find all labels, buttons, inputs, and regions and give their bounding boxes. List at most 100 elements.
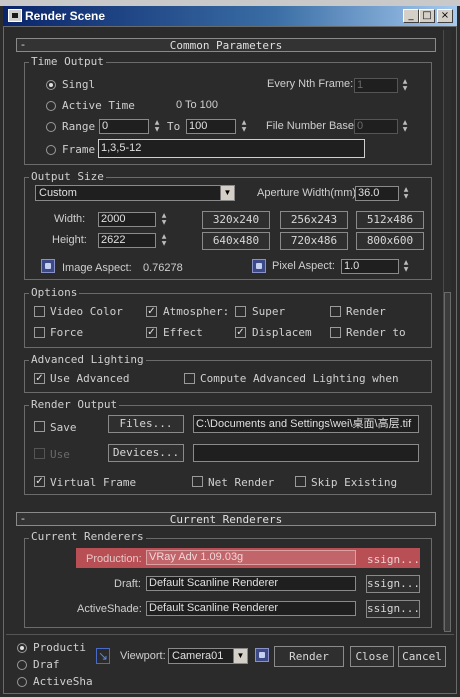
range-to-spinner[interactable]: ▲ ▼ xyxy=(240,119,248,134)
video-color-check[interactable] xyxy=(34,306,45,317)
single-radio[interactable] xyxy=(46,80,56,90)
preset-320x240-button[interactable]: 320x240 xyxy=(202,211,270,229)
preset-800x600-button[interactable]: 800x600 xyxy=(356,232,424,250)
image-aspect-label: Image Aspect: xyxy=(62,262,132,274)
aperture-width-field[interactable]: 36.0 xyxy=(355,186,399,201)
chevron-down-icon[interactable]: ▼ xyxy=(233,649,247,663)
preset-720x486-button[interactable]: 720x486 xyxy=(280,232,348,250)
output-size-preset-dropdown[interactable]: Custom ▼ xyxy=(35,185,235,201)
displacement-check[interactable]: ✓ xyxy=(235,327,246,338)
range-to-label: To xyxy=(167,120,181,133)
active-time-radio[interactable] xyxy=(46,101,56,111)
lock-image-aspect-icon[interactable] xyxy=(41,259,55,273)
options-label: Options xyxy=(29,286,80,299)
render-hidden-check[interactable] xyxy=(330,306,341,317)
files-button[interactable]: Files... xyxy=(108,415,184,433)
lock-pixel-aspect-icon[interactable] xyxy=(252,259,266,273)
output-path-field[interactable]: C:\Documents and Settings\wei\桌面\高层.tif xyxy=(193,415,419,433)
activeshade-mode-radio[interactable] xyxy=(17,677,27,687)
viewport-dropdown[interactable]: Camera01 ▼ xyxy=(168,648,248,664)
atmospherics-label: Atmospher: xyxy=(163,305,230,318)
width-spinner[interactable]: ▲ ▼ xyxy=(160,212,168,227)
activeshade-mode-label: ActiveSha xyxy=(33,675,93,688)
file-number-base-spinner[interactable]: ▲ ▼ xyxy=(401,119,409,134)
super-black-check[interactable] xyxy=(235,306,246,317)
render-button[interactable]: Render xyxy=(274,646,344,667)
range-from-field[interactable]: 0 xyxy=(99,119,149,134)
pixel-aspect-spinner[interactable]: ▲ ▼ xyxy=(402,259,410,274)
panel-scrollbar[interactable] xyxy=(443,30,451,632)
render-output-label: Render Output xyxy=(29,398,120,411)
common-parameters-header[interactable]: - Common Parameters xyxy=(16,38,436,52)
render-to-fields-check[interactable] xyxy=(330,327,341,338)
activeshade-assign-button[interactable]: ssign... xyxy=(366,600,420,618)
devices-button[interactable]: Devices... xyxy=(108,444,184,462)
preset-256x243-button[interactable]: 256x243 xyxy=(280,211,348,229)
device-field[interactable] xyxy=(193,444,419,462)
swap-arrow-icon[interactable]: ↘ xyxy=(96,648,110,664)
production-renderer-field[interactable]: VRay Adv 1.09.03g xyxy=(146,550,356,565)
skip-existing-check[interactable] xyxy=(295,476,306,487)
render-to-fields-label: Render to xyxy=(346,326,406,339)
range-from-spinner[interactable]: ▲ ▼ xyxy=(153,119,161,134)
effects-check[interactable]: ✓ xyxy=(146,327,157,338)
net-render-check[interactable] xyxy=(192,476,203,487)
save-file-check[interactable] xyxy=(34,421,45,432)
close-button[interactable]: Close xyxy=(350,646,394,667)
preset-512x486-button[interactable]: 512x486 xyxy=(356,211,424,229)
use-advanced-lighting-check[interactable]: ✓ xyxy=(34,373,45,384)
draft-assign-button[interactable]: ssign... xyxy=(366,575,420,593)
file-number-base-field[interactable]: 0 xyxy=(354,119,398,134)
height-spinner[interactable]: ▲ ▼ xyxy=(160,233,168,248)
draft-mode-radio[interactable] xyxy=(17,660,27,670)
every-nth-spinner[interactable]: ▲ ▼ xyxy=(401,78,409,93)
frame-list-field[interactable]: 1,3,5-12 xyxy=(98,139,365,158)
draft-mode-label: Draf xyxy=(33,658,60,671)
active-time-range: 0 To 100 xyxy=(176,99,219,111)
activeshade-renderer-field[interactable]: Default Scanline Renderer xyxy=(146,601,356,616)
use-advanced-lighting-label: Use Advanced xyxy=(50,372,130,385)
minimize-button[interactable]: _ xyxy=(403,9,419,23)
viewport-label: Viewport: xyxy=(120,650,166,662)
skip-existing-label: Skip Existing xyxy=(311,476,398,489)
every-nth-frame-field[interactable]: 1 xyxy=(354,78,398,93)
compute-advanced-lighting-check[interactable] xyxy=(184,373,195,384)
lock-viewport-icon[interactable] xyxy=(255,648,269,662)
frame-radio[interactable] xyxy=(46,145,56,155)
maximize-button[interactable]: □ xyxy=(419,9,435,23)
scrollbar-thumb[interactable] xyxy=(444,292,451,632)
pixel-aspect-field[interactable]: 1.0 xyxy=(341,259,399,274)
virtual-frame-buffer-check[interactable]: ✓ xyxy=(34,476,45,487)
preset-640x480-button[interactable]: 640x480 xyxy=(202,232,270,250)
time-output-label: Time Output xyxy=(29,55,106,68)
draft-renderer-field[interactable]: Default Scanline Renderer xyxy=(146,576,356,591)
current-renderers-label: Current Renderers xyxy=(29,530,146,543)
common-parameters-title: Common Parameters xyxy=(169,39,283,52)
every-nth-frame-label: Every Nth Frame: xyxy=(267,78,354,90)
effects-label: Effect xyxy=(163,326,203,339)
range-radio[interactable] xyxy=(46,122,56,132)
height-field[interactable]: 2622 xyxy=(98,233,156,248)
range-to-field[interactable]: 100 xyxy=(186,119,236,134)
production-mode-label: Producti xyxy=(33,641,86,654)
production-assign-button[interactable]: ssign... xyxy=(367,553,420,566)
cancel-button[interactable]: Cancel xyxy=(398,646,446,667)
viewport-value: Camera01 xyxy=(172,650,224,662)
current-renderers-header[interactable]: - Current Renderers xyxy=(16,512,436,526)
production-mode-radio[interactable] xyxy=(17,643,27,653)
active-time-label: Active Time xyxy=(62,99,135,112)
advanced-lighting-label: Advanced Lighting xyxy=(29,353,146,366)
output-size-preset-value: Custom xyxy=(39,187,77,199)
chevron-down-icon[interactable]: ▼ xyxy=(220,186,234,200)
app-icon xyxy=(8,9,22,22)
close-window-button[interactable]: × xyxy=(437,9,453,23)
window-title: Render Scene xyxy=(25,9,106,23)
aperture-width-spinner[interactable]: ▲ ▼ xyxy=(402,186,410,201)
use-device-check[interactable] xyxy=(34,448,45,459)
force-2-sided-check[interactable] xyxy=(34,327,45,338)
force-2-sided-label: Force xyxy=(50,326,84,339)
width-field[interactable]: 2000 xyxy=(98,212,156,227)
file-number-base-label: File Number Base: xyxy=(266,120,358,132)
title-bar[interactable]: Render Scene _ □ × xyxy=(3,6,457,26)
atmospherics-check[interactable]: ✓ xyxy=(146,306,157,317)
